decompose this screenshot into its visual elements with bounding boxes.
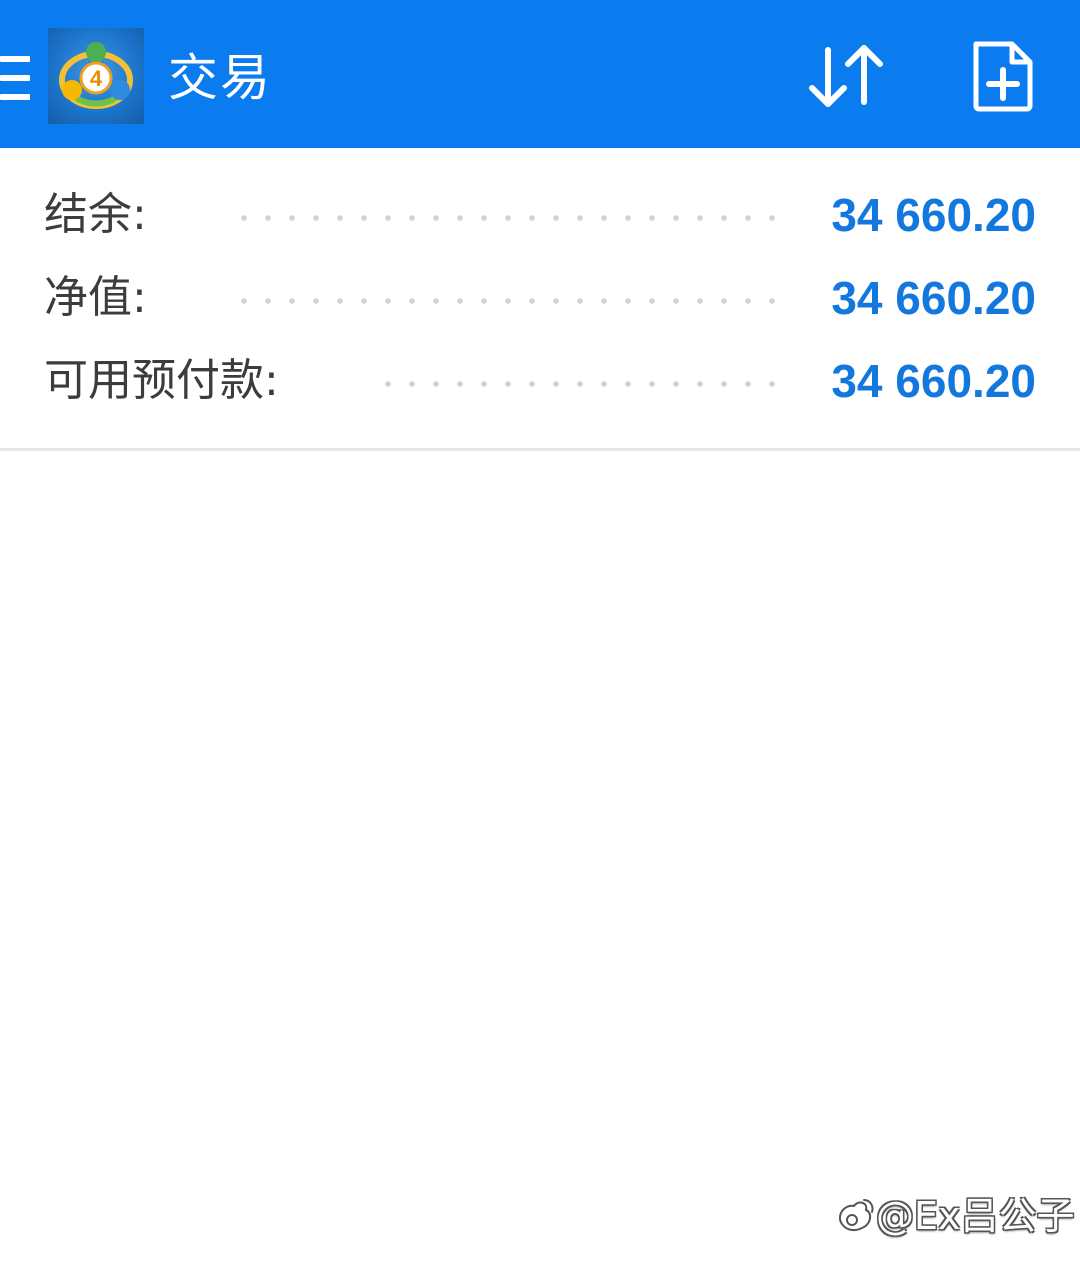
metatrader-logo-icon: 4 — [59, 42, 133, 109]
logo-badge: 4 — [90, 66, 103, 91]
equity-value: 34 660.20 — [831, 272, 1036, 324]
hamburger-menu-icon[interactable] — [0, 56, 30, 100]
new-order-icon[interactable] — [970, 40, 1034, 112]
metatrader-logo: 4 — [48, 28, 144, 124]
sort-arrows-icon[interactable] — [806, 42, 886, 110]
summary-row-free-margin: 可用预付款: 34 660.20 — [0, 340, 1080, 422]
dotted-leader — [380, 380, 784, 388]
summary-row-balance: 结余: 34 660.20 — [0, 174, 1080, 256]
account-summary: 结余: 34 660.20 净值: 34 660.20 可用预付款: 34 66… — [0, 148, 1080, 448]
dotted-leader — [236, 297, 784, 305]
page-title: 交易 — [168, 49, 272, 107]
app-bar: 4 交易 — [0, 0, 1080, 148]
section-divider — [0, 448, 1080, 451]
dotted-leader — [236, 214, 784, 222]
free-margin-label: 可用预付款: — [44, 355, 279, 406]
summary-row-equity: 净值: 34 660.20 — [0, 257, 1080, 339]
balance-label: 结余: — [44, 189, 147, 240]
balance-value: 34 660.20 — [831, 189, 1036, 241]
equity-label: 净值: — [44, 272, 147, 323]
watermark-text: @Ex吕公子 — [876, 1194, 1075, 1238]
free-margin-value: 34 660.20 — [831, 355, 1036, 407]
weibo-icon — [838, 1199, 874, 1232]
watermark: @Ex吕公子 — [834, 1188, 1075, 1244]
